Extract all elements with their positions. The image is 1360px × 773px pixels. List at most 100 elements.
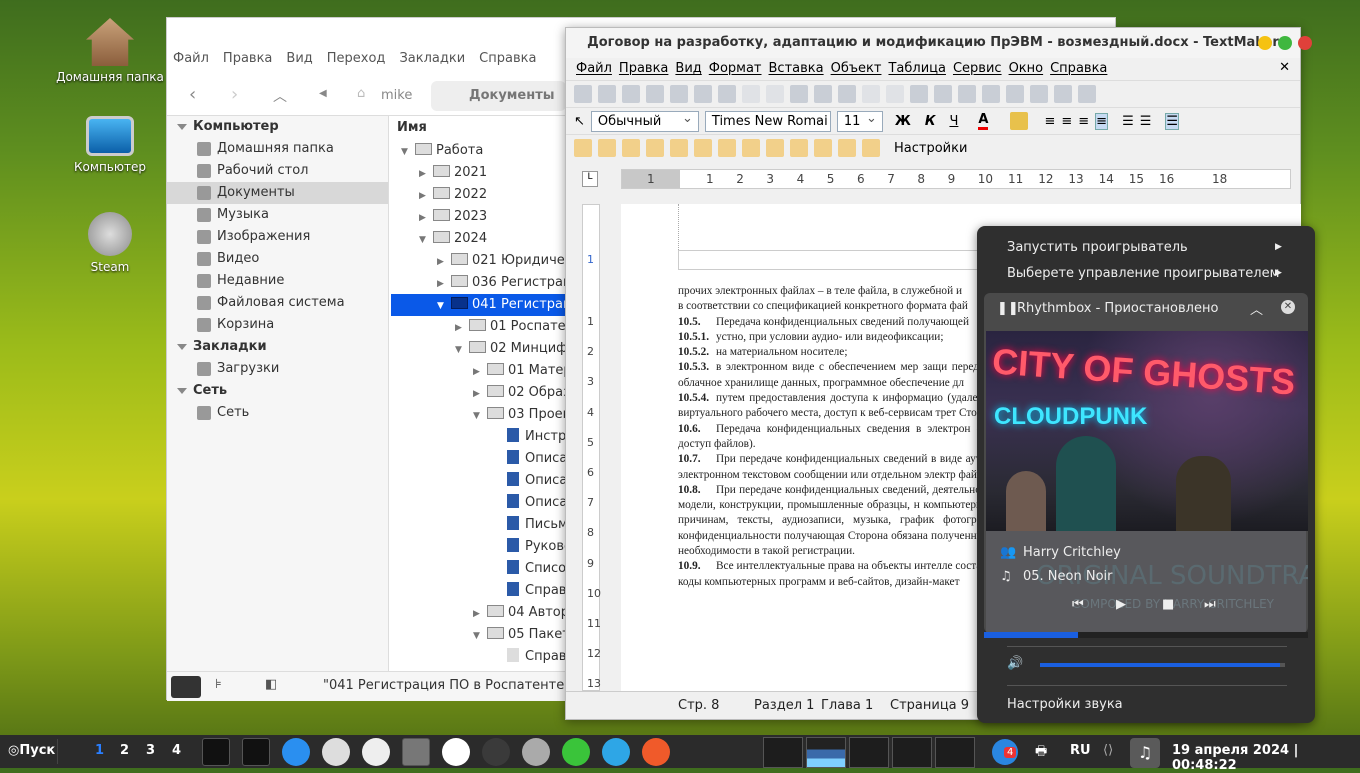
music-icon[interactable] [442,738,470,766]
expander-open-icon[interactable]: ▼ [437,295,451,317]
tree-row[interactable]: Инстру [391,426,571,448]
tree-row[interactable]: ▼03 Проект [391,404,571,426]
desktop-icon-steam[interactable]: Steam [55,212,165,274]
text-editor-icon[interactable] [362,738,390,766]
expander-closed-icon[interactable]: ▶ [473,361,487,383]
tree-row[interactable]: ▼05 Пакет в [391,624,571,646]
desktop-icon-computer[interactable]: Компьютер [55,116,165,174]
previous-button[interactable]: ⏮ [1072,597,1084,612]
printer-icon[interactable]: 🖶 [1035,742,1047,764]
tm-menu-item[interactable]: Окно [1009,58,1044,80]
size-select[interactable]: 11 [836,109,883,132]
next-change-icon[interactable] [766,139,784,157]
redo-icon[interactable] [886,85,904,103]
chart-icon[interactable] [982,85,1000,103]
sidebar-item[interactable]: Документы [167,182,388,204]
expander-closed-icon[interactable]: ▶ [455,317,469,339]
outline-icon[interactable]: ☰ [1165,112,1180,130]
tree-row[interactable]: Описан [391,448,571,470]
column-header-name[interactable]: Имя [391,116,571,140]
tree-row[interactable]: Список [391,558,571,580]
pdf-icon[interactable] [694,85,712,103]
tree-toggle-button[interactable]: ⊧ [215,677,222,692]
workspace-3[interactable]: 3 [146,743,155,758]
tree-row[interactable]: ▶ 2023 [391,206,571,228]
sidebar-section-header[interactable]: Компьютер [167,116,388,138]
menu-file[interactable]: Файл [173,51,209,66]
numbering-icon[interactable]: ☰ [1140,114,1152,129]
align-center-icon[interactable]: ≡ [1061,114,1072,129]
expander-open-icon[interactable]: ▼ [455,339,469,361]
font-select[interactable]: Times New Romai [704,110,831,132]
sidebar-section-header[interactable]: Сеть [167,380,388,402]
close-button[interactable] [1298,36,1312,50]
keyboard-layout[interactable]: RU [1070,743,1091,758]
tree-row[interactable]: ▼ Работа [391,140,571,162]
expander-closed-icon[interactable]: ▶ [473,603,487,625]
expander-open-icon[interactable]: ▼ [473,625,487,647]
steam-icon[interactable] [522,738,550,766]
zoom-icon[interactable] [1030,85,1048,103]
underline-button[interactable]: Ч [949,114,958,129]
preview-icon[interactable] [718,85,736,103]
pause-icon[interactable]: ❚❚ [997,301,1019,316]
sidebar-item[interactable]: Недавние [167,270,388,292]
expander-open-icon[interactable]: ▼ [419,229,433,251]
next-button[interactable]: ⏭ [1204,597,1216,612]
expander-open-icon[interactable]: ▼ [401,141,415,163]
start-button[interactable]: ◎Пуск [8,743,55,758]
track-progress[interactable] [984,632,1308,638]
menu-edit[interactable]: Правка [223,51,272,66]
tree-row[interactable]: Справк [391,580,571,602]
tm-menu-item[interactable]: Справка [1050,58,1107,80]
close-document-button[interactable]: ✕ [1279,60,1290,75]
tm-menu-item[interactable]: Формат [709,58,762,80]
network-icon[interactable]: ⟨⟩ [1103,743,1113,758]
sidebar-item[interactable]: Файловая система [167,292,388,314]
path-documents[interactable]: Документы [431,81,566,111]
menu-view[interactable]: Вид [286,51,312,66]
horizontal-ruler[interactable]: 1 1 2 3 4 5 6 7 8 9 10 11 12 13 14 15 16 18 [621,169,1291,189]
expander-closed-icon[interactable]: ▶ [473,383,487,405]
close-player-icon[interactable]: ✕ [1281,300,1295,314]
path-mike[interactable]: mike [381,88,412,103]
menu-launch-player[interactable]: Запустить проигрыватель [1007,240,1281,260]
pointer-icon[interactable]: ↖ [574,114,585,129]
sound-settings[interactable]: Настройки звука [1007,697,1123,712]
sidebar-item[interactable]: Музыка [167,204,388,226]
bullets-icon[interactable]: ☰ [1122,114,1134,129]
copy-icon[interactable] [766,85,784,103]
tree-row[interactable]: Описан [391,492,571,514]
textmaker-icon[interactable] [642,738,670,766]
desktop-icon-home[interactable]: Домашняя папка [55,18,165,84]
up-button[interactable]: ︿ [273,86,287,106]
sidebar-item[interactable]: Сеть [167,402,388,424]
tree-row[interactable]: Справк [391,646,571,668]
expander-closed-icon[interactable]: ▶ [419,207,433,229]
spellcheck-icon[interactable] [1078,85,1096,103]
field-icon[interactable] [910,85,928,103]
align-justify-icon[interactable]: ≡ [1095,112,1109,130]
bold-button[interactable]: Ж [895,114,911,129]
paste-icon[interactable] [790,85,808,103]
prev-comment-icon[interactable] [646,139,664,157]
path-left-button[interactable]: ◀ [319,88,327,99]
review-mode-icon[interactable] [862,139,880,157]
volume-icon[interactable]: 🔊 [1007,656,1023,671]
telegram-icon[interactable] [602,738,630,766]
insert-comment-icon[interactable] [574,139,592,157]
notification-icon[interactable]: 4 [992,739,1018,765]
tree-row[interactable]: ▶ 021 Юридическ [391,250,571,272]
delete-comment-icon[interactable] [622,139,640,157]
edit-comment-icon[interactable] [598,139,616,157]
menu-help[interactable]: Справка [479,51,536,66]
undo-icon[interactable] [862,85,880,103]
tree-row[interactable]: ▶ 2021 [391,162,571,184]
workspace-1[interactable]: 1 [95,743,104,758]
tree-row[interactable]: Руково [391,536,571,558]
workspace-2[interactable]: 2 [120,743,129,758]
save-icon[interactable] [646,85,664,103]
menu-go[interactable]: Переход [327,51,386,66]
sidebar-section-header[interactable]: Закладки [167,336,388,358]
whatsapp-icon[interactable] [562,738,590,766]
